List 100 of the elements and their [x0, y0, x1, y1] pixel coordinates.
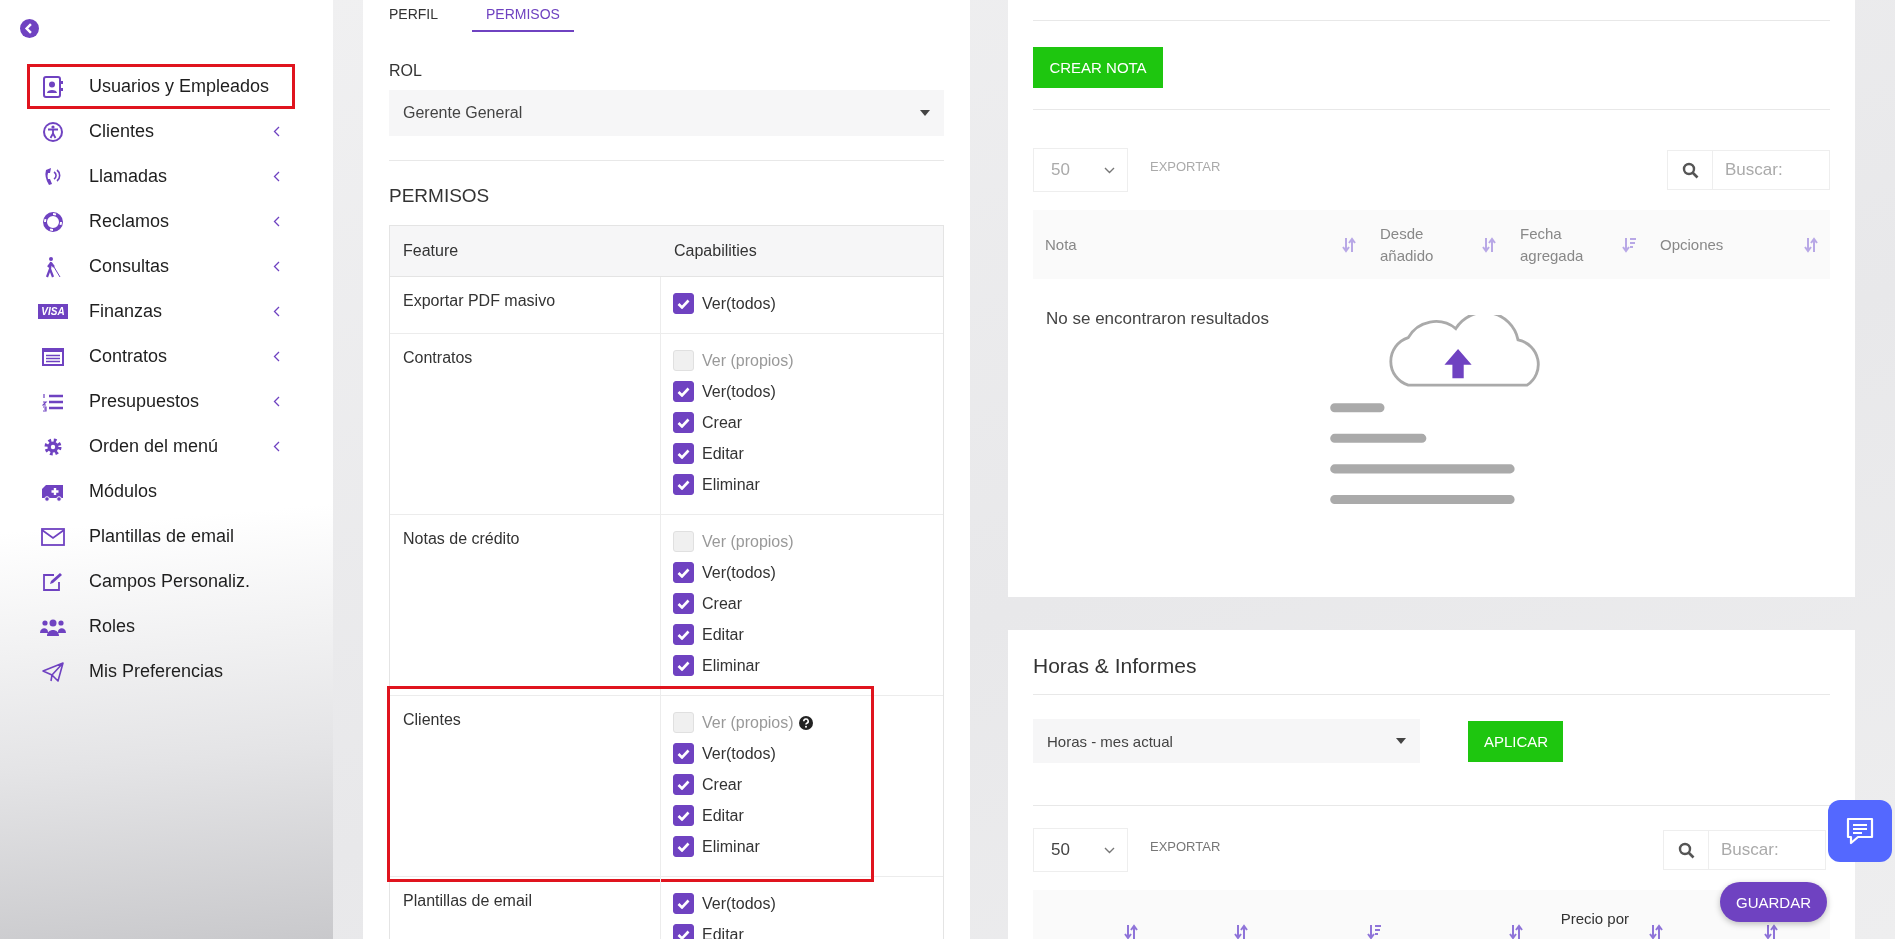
settings-icon	[43, 436, 63, 457]
contact-card-icon	[43, 75, 63, 98]
card-logo: VISA	[38, 304, 68, 319]
checkbox[interactable]	[673, 293, 694, 314]
checkbox[interactable]	[673, 655, 694, 676]
check-icon	[677, 417, 690, 428]
sidebar-item[interactable]: Orden del menú	[27, 424, 295, 469]
checkbox-label: Editar	[702, 925, 744, 939]
checkbox[interactable]	[673, 624, 694, 645]
column-header[interactable]: Nota	[1045, 233, 1077, 256]
checkbox-label: Crear	[702, 775, 742, 794]
caret-icon	[1396, 738, 1406, 744]
sort-icon[interactable]	[1124, 924, 1138, 939]
role-label: ROL	[389, 62, 423, 80]
section-title: PERMISOS	[389, 185, 491, 207]
checkbox-label: Eliminar	[702, 475, 760, 494]
save-button[interactable]: GUARDAR	[1720, 882, 1827, 922]
feature-name: Plantillas de email	[403, 892, 532, 909]
sidebar-item[interactable]: Módulos	[27, 469, 295, 514]
sidebar-item[interactable]: VISA Finanzas	[27, 289, 295, 334]
check-icon	[677, 810, 690, 821]
checkbox[interactable]	[673, 381, 694, 402]
checkbox-label: Ver(todos)	[702, 744, 776, 763]
checkbox-label: Crear	[702, 594, 742, 613]
checkbox[interactable]	[673, 593, 694, 614]
check-icon	[677, 748, 690, 759]
sort-descending-icon[interactable]	[1367, 924, 1381, 939]
sidebar-item[interactable]: Llamadas	[27, 154, 295, 199]
search-button[interactable]	[1663, 830, 1709, 870]
checkbox-label: Ver(todos)	[702, 894, 776, 913]
checkbox[interactable]	[673, 474, 694, 495]
checkbox[interactable]	[673, 774, 694, 795]
phone-icon	[43, 165, 63, 188]
check-icon	[677, 298, 690, 309]
checkbox-label: Eliminar	[702, 837, 760, 856]
checkbox[interactable]	[673, 743, 694, 764]
chevron-down-icon	[1104, 846, 1115, 854]
column-header: Capabilities	[673, 242, 758, 260]
sidebar-item[interactable]: Presupuestos	[27, 379, 295, 424]
check-icon	[677, 779, 690, 790]
sidebar-item[interactable]: Reclamos	[27, 199, 295, 244]
check-icon	[677, 660, 690, 671]
card-title: Horas & Informes	[1033, 653, 1198, 679]
period-select[interactable]: Horas - mes actual	[1033, 719, 1420, 763]
sidebar-item[interactable]: Mis Preferencias	[27, 649, 295, 694]
chat-icon	[1845, 816, 1875, 846]
sidebar-item[interactable]: Usuarios y Empleados	[27, 64, 295, 109]
export-link[interactable]: EXPORTAR	[1150, 838, 1221, 854]
checkbox[interactable]	[673, 562, 694, 583]
checkbox-label: Ver (propios)	[702, 351, 794, 370]
column-header[interactable]: Fecha agregada	[1520, 222, 1610, 267]
sort-icon[interactable]	[1764, 924, 1778, 939]
checkbox[interactable]	[673, 836, 694, 857]
sidebar-item[interactable]: Campos Personaliz.	[27, 559, 295, 604]
checkbox[interactable]	[673, 805, 694, 826]
check-icon	[677, 629, 690, 640]
search-icon	[1681, 161, 1699, 179]
checkbox[interactable]	[673, 893, 694, 914]
chevron-down-icon	[1104, 166, 1115, 174]
column-header[interactable]: Precio por	[1560, 910, 1629, 927]
check-icon	[677, 929, 690, 939]
sidebar-item[interactable]: Contratos	[27, 334, 295, 379]
checkbox-label: Ver (propios)	[702, 713, 794, 732]
sort-icon[interactable]	[1509, 924, 1523, 939]
column-header[interactable]: Opciones	[1660, 233, 1724, 256]
checkbox-label: Eliminar	[702, 656, 760, 675]
search-field[interactable]: Buscar:	[1709, 830, 1826, 870]
search-icon	[1677, 841, 1695, 859]
empty-message: No se encontraron resultados	[1046, 309, 1270, 329]
sidebar-item[interactable]: Roles	[27, 604, 295, 649]
numbered-list-icon	[42, 391, 64, 412]
checkbox-label: Ver(todos)	[702, 382, 776, 401]
tab[interactable]: PERFIL	[389, 0, 452, 32]
check-icon	[677, 898, 690, 909]
envelope-icon	[41, 527, 65, 546]
caret-icon	[920, 110, 930, 116]
checkbox[interactable]	[673, 924, 694, 939]
check-icon	[677, 567, 690, 578]
role-select[interactable]: Gerente General	[389, 90, 944, 136]
walking-person-icon	[43, 255, 63, 278]
checkbox-label: Ver(todos)	[702, 563, 776, 582]
sort-icon[interactable]	[1649, 924, 1663, 939]
check-icon	[677, 448, 690, 459]
checkbox-label: Ver (propios)	[702, 532, 794, 551]
checkbox[interactable]	[673, 443, 694, 464]
sidebar-item[interactable]: Plantillas de email	[27, 514, 295, 559]
lifebuoy-icon	[42, 210, 64, 233]
feature-name: Exportar PDF masivo	[403, 292, 556, 309]
accessibility-icon	[42, 120, 64, 143]
page-size-select[interactable]: 50	[1033, 828, 1128, 872]
sort-icon[interactable]	[1234, 924, 1248, 939]
tab[interactable]: PERMISOS	[472, 0, 574, 32]
chat-button[interactable]	[1828, 800, 1892, 862]
checkbox[interactable]	[673, 412, 694, 433]
edit-icon	[42, 571, 64, 592]
sidebar-item[interactable]: Consultas	[27, 244, 295, 289]
checkbox-label: Editar	[702, 625, 744, 644]
check-icon	[677, 386, 690, 397]
check-icon	[677, 841, 690, 852]
sidebar-item[interactable]: Clientes	[27, 109, 295, 154]
